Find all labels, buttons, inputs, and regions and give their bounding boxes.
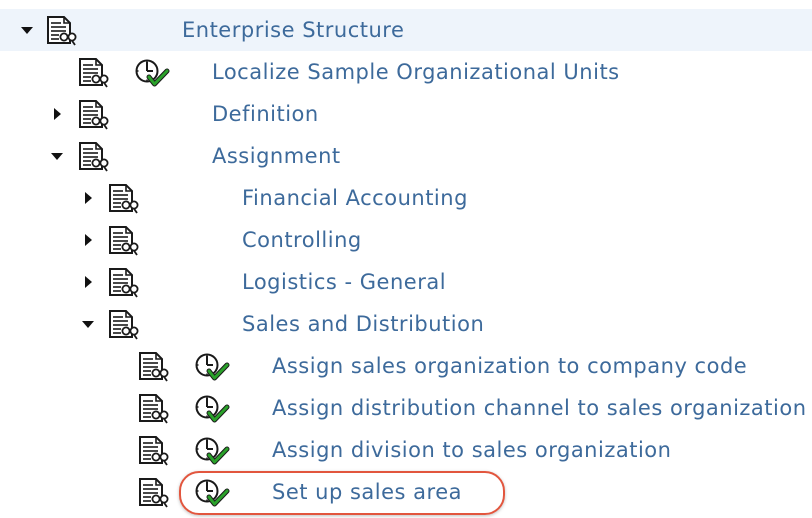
- collapse-icon[interactable]: [17, 20, 37, 40]
- tree-node-label[interactable]: Controlling: [242, 228, 362, 252]
- execute-clock-icon[interactable]: [194, 435, 232, 467]
- expand-icon[interactable]: [78, 272, 98, 292]
- tree-node-assign-division[interactable]: Assign division to sales organization: [0, 429, 812, 471]
- tree-node-assignment[interactable]: Assignment: [0, 135, 812, 177]
- tree-node-label[interactable]: Definition: [212, 102, 319, 126]
- document-icon: [77, 99, 111, 131]
- document-icon: [107, 267, 141, 299]
- tree-node-financial-accounting[interactable]: Financial Accounting: [0, 177, 812, 219]
- tree-node-controlling[interactable]: Controlling: [0, 219, 812, 261]
- document-icon[interactable]: [137, 435, 171, 467]
- tree-node-assign-sales-org-to-company-code[interactable]: Assign sales organization to company cod…: [0, 345, 812, 387]
- tree-node-localize-sample-org-units[interactable]: Localize Sample Organizational Units: [0, 51, 812, 93]
- document-icon[interactable]: [77, 57, 111, 89]
- document-icon: [45, 15, 79, 47]
- tree-node-label[interactable]: Enterprise Structure: [182, 18, 404, 42]
- document-icon: [107, 183, 141, 215]
- tree-node-label[interactable]: Sales and Distribution: [242, 312, 484, 336]
- tree-node-label[interactable]: Assign division to sales organization: [272, 438, 671, 462]
- tree-node-label[interactable]: Assign sales organization to company cod…: [272, 354, 747, 378]
- tree-node-label[interactable]: Assignment: [212, 144, 341, 168]
- tree-node-label[interactable]: Financial Accounting: [242, 186, 468, 210]
- document-icon: [107, 309, 141, 341]
- tree-node-label[interactable]: Logistics - General: [242, 270, 446, 294]
- collapse-icon[interactable]: [78, 314, 98, 334]
- tree-node-assign-distribution-channel[interactable]: Assign distribution channel to sales org…: [0, 387, 812, 429]
- document-icon: [77, 141, 111, 173]
- expand-icon[interactable]: [47, 104, 67, 124]
- img-tree: Enterprise Structure Localize Sample Org…: [0, 0, 812, 518]
- document-icon[interactable]: [137, 351, 171, 383]
- expand-icon[interactable]: [78, 188, 98, 208]
- tree-node-enterprise-structure[interactable]: Enterprise Structure: [0, 9, 812, 51]
- tree-node-sales-and-distribution[interactable]: Sales and Distribution: [0, 303, 812, 345]
- document-icon[interactable]: [137, 477, 171, 509]
- tree-node-logistics-general[interactable]: Logistics - General: [0, 261, 812, 303]
- highlight-annotation-outline: [179, 471, 505, 515]
- execute-clock-icon[interactable]: [134, 57, 172, 89]
- tree-node-definition[interactable]: Definition: [0, 93, 812, 135]
- execute-clock-icon[interactable]: [194, 393, 232, 425]
- expand-icon[interactable]: [78, 230, 98, 250]
- tree-node-label[interactable]: Assign distribution channel to sales org…: [272, 396, 807, 420]
- document-icon[interactable]: [137, 393, 171, 425]
- tree-node-label[interactable]: Localize Sample Organizational Units: [212, 60, 620, 84]
- execute-clock-icon[interactable]: [194, 351, 232, 383]
- document-icon: [107, 225, 141, 257]
- collapse-icon[interactable]: [47, 146, 67, 166]
